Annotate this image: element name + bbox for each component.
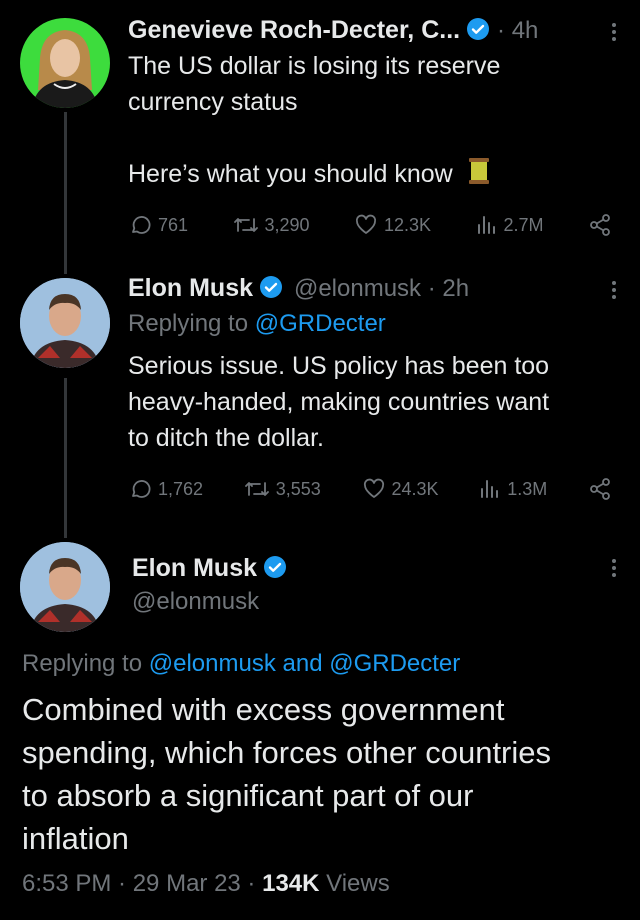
tweet-text: The US dollar is losing its reserve curr… [128, 48, 608, 192]
reply-count: 761 [158, 214, 189, 235]
person-photo-icon [32, 30, 98, 108]
tweet-line: currency status [128, 88, 298, 116]
retweet-button[interactable]: 3,553 [244, 477, 321, 501]
replying-to: Replying to @GRDecter [128, 310, 386, 338]
main-tweet-text: Combined with excess government spending… [22, 688, 632, 860]
replying-prefix: Replying to [128, 310, 255, 337]
timestamp[interactable]: 6:53 PM · 29 Mar 23 · [22, 870, 262, 897]
thread-line-2 [64, 378, 67, 538]
more-options-icon[interactable] [612, 556, 618, 580]
tweet-line: Combined with excess government [22, 692, 505, 727]
retweet-button[interactable]: 3,290 [233, 213, 310, 237]
verified-badge-icon [260, 276, 283, 298]
retweet-count: 3,290 [264, 214, 310, 235]
tweet-actions: 1,762 3,553 24.3K 1.3M [128, 472, 612, 506]
tweet-line: to absorb a significant part of our [22, 778, 474, 813]
views-chart-icon [477, 216, 495, 234]
heart-icon [355, 214, 377, 234]
views-label: Views [319, 870, 390, 897]
author-name-text[interactable]: Elon Musk [132, 554, 257, 582]
views-chart-icon [481, 480, 499, 498]
tweet-line: Here’s what you should know 🧵 [128, 156, 608, 192]
author-name-text[interactable]: Elon Musk [128, 274, 253, 302]
tweet-line: The US dollar is losing its reserve [128, 52, 501, 80]
reply-button[interactable]: 1,762 [128, 477, 203, 501]
avatar-genevieve[interactable] [20, 18, 110, 108]
like-button[interactable]: 24.3K [362, 477, 439, 501]
author-handle-time: @elonmusk · 2h [293, 275, 470, 302]
like-count: 24.3K [391, 478, 439, 499]
person-photo-icon [20, 542, 110, 632]
tweet-actions: 761 3,290 12.3K 2.7M [128, 208, 612, 242]
tweet-timestamp-views: 6:53 PM · 29 Mar 23 · 134K Views [22, 870, 390, 898]
replying-to-link[interactable]: @GRDecter [255, 310, 386, 337]
author-name[interactable]: Elon Musk [132, 554, 287, 583]
tweet-line: spending, which forces other countries [22, 735, 552, 770]
more-options-icon[interactable] [612, 278, 618, 302]
reply-count: 1,762 [158, 478, 204, 499]
share-icon [590, 478, 610, 500]
replying-to: Replying to @elonmusk and @GRDecter [22, 650, 460, 678]
thread-emoji-icon: 🧵 [468, 158, 489, 184]
tweet-line: heavy-handed, making countries want [128, 388, 550, 416]
heart-icon [363, 478, 384, 498]
verified-badge-icon [467, 18, 490, 40]
person-photo-icon [20, 278, 110, 368]
avatar-elon-1[interactable] [20, 278, 110, 368]
avatar-elon-2[interactable] [20, 542, 110, 632]
views-count: 134K [262, 870, 320, 897]
author-name-text[interactable]: Genevieve Roch-Decter, C... [128, 16, 460, 44]
tweet-line: inflation [22, 821, 129, 856]
tweet-text: Serious issue. US policy has been too he… [128, 348, 618, 456]
like-button[interactable]: 12.3K [354, 213, 431, 237]
view-count: 1.3M [507, 478, 548, 499]
thread-line-1 [64, 112, 67, 274]
share-button[interactable] [588, 477, 612, 501]
tweet-time: · 4h [497, 17, 539, 44]
views-button[interactable]: 1.3M [479, 477, 547, 501]
reply-icon [132, 216, 151, 234]
share-icon [590, 214, 610, 236]
view-count: 2.7M [503, 214, 544, 235]
retweet-count: 3,553 [275, 478, 321, 499]
replying-prefix: Replying to [22, 650, 149, 677]
retweet-icon [244, 482, 269, 496]
author-name[interactable]: Elon Musk @elonmusk · 2h [128, 274, 469, 303]
verified-badge-icon [264, 556, 287, 578]
views-button[interactable]: 2.7M [476, 213, 544, 237]
retweet-icon [233, 218, 258, 232]
share-button[interactable] [588, 213, 612, 237]
replying-to-link[interactable]: @elonmusk and @GRDecter [149, 650, 461, 677]
author-handle[interactable]: @elonmusk [132, 588, 259, 616]
more-options-icon[interactable] [612, 20, 618, 44]
author-name[interactable]: Genevieve Roch-Decter, C... · 4h [128, 16, 538, 45]
reply-button[interactable]: 761 [128, 213, 188, 237]
tweet-line: Serious issue. US policy has been too [128, 352, 550, 380]
like-count: 12.3K [384, 214, 432, 235]
tweet-line: to ditch the dollar. [128, 424, 324, 452]
reply-icon [132, 480, 151, 498]
